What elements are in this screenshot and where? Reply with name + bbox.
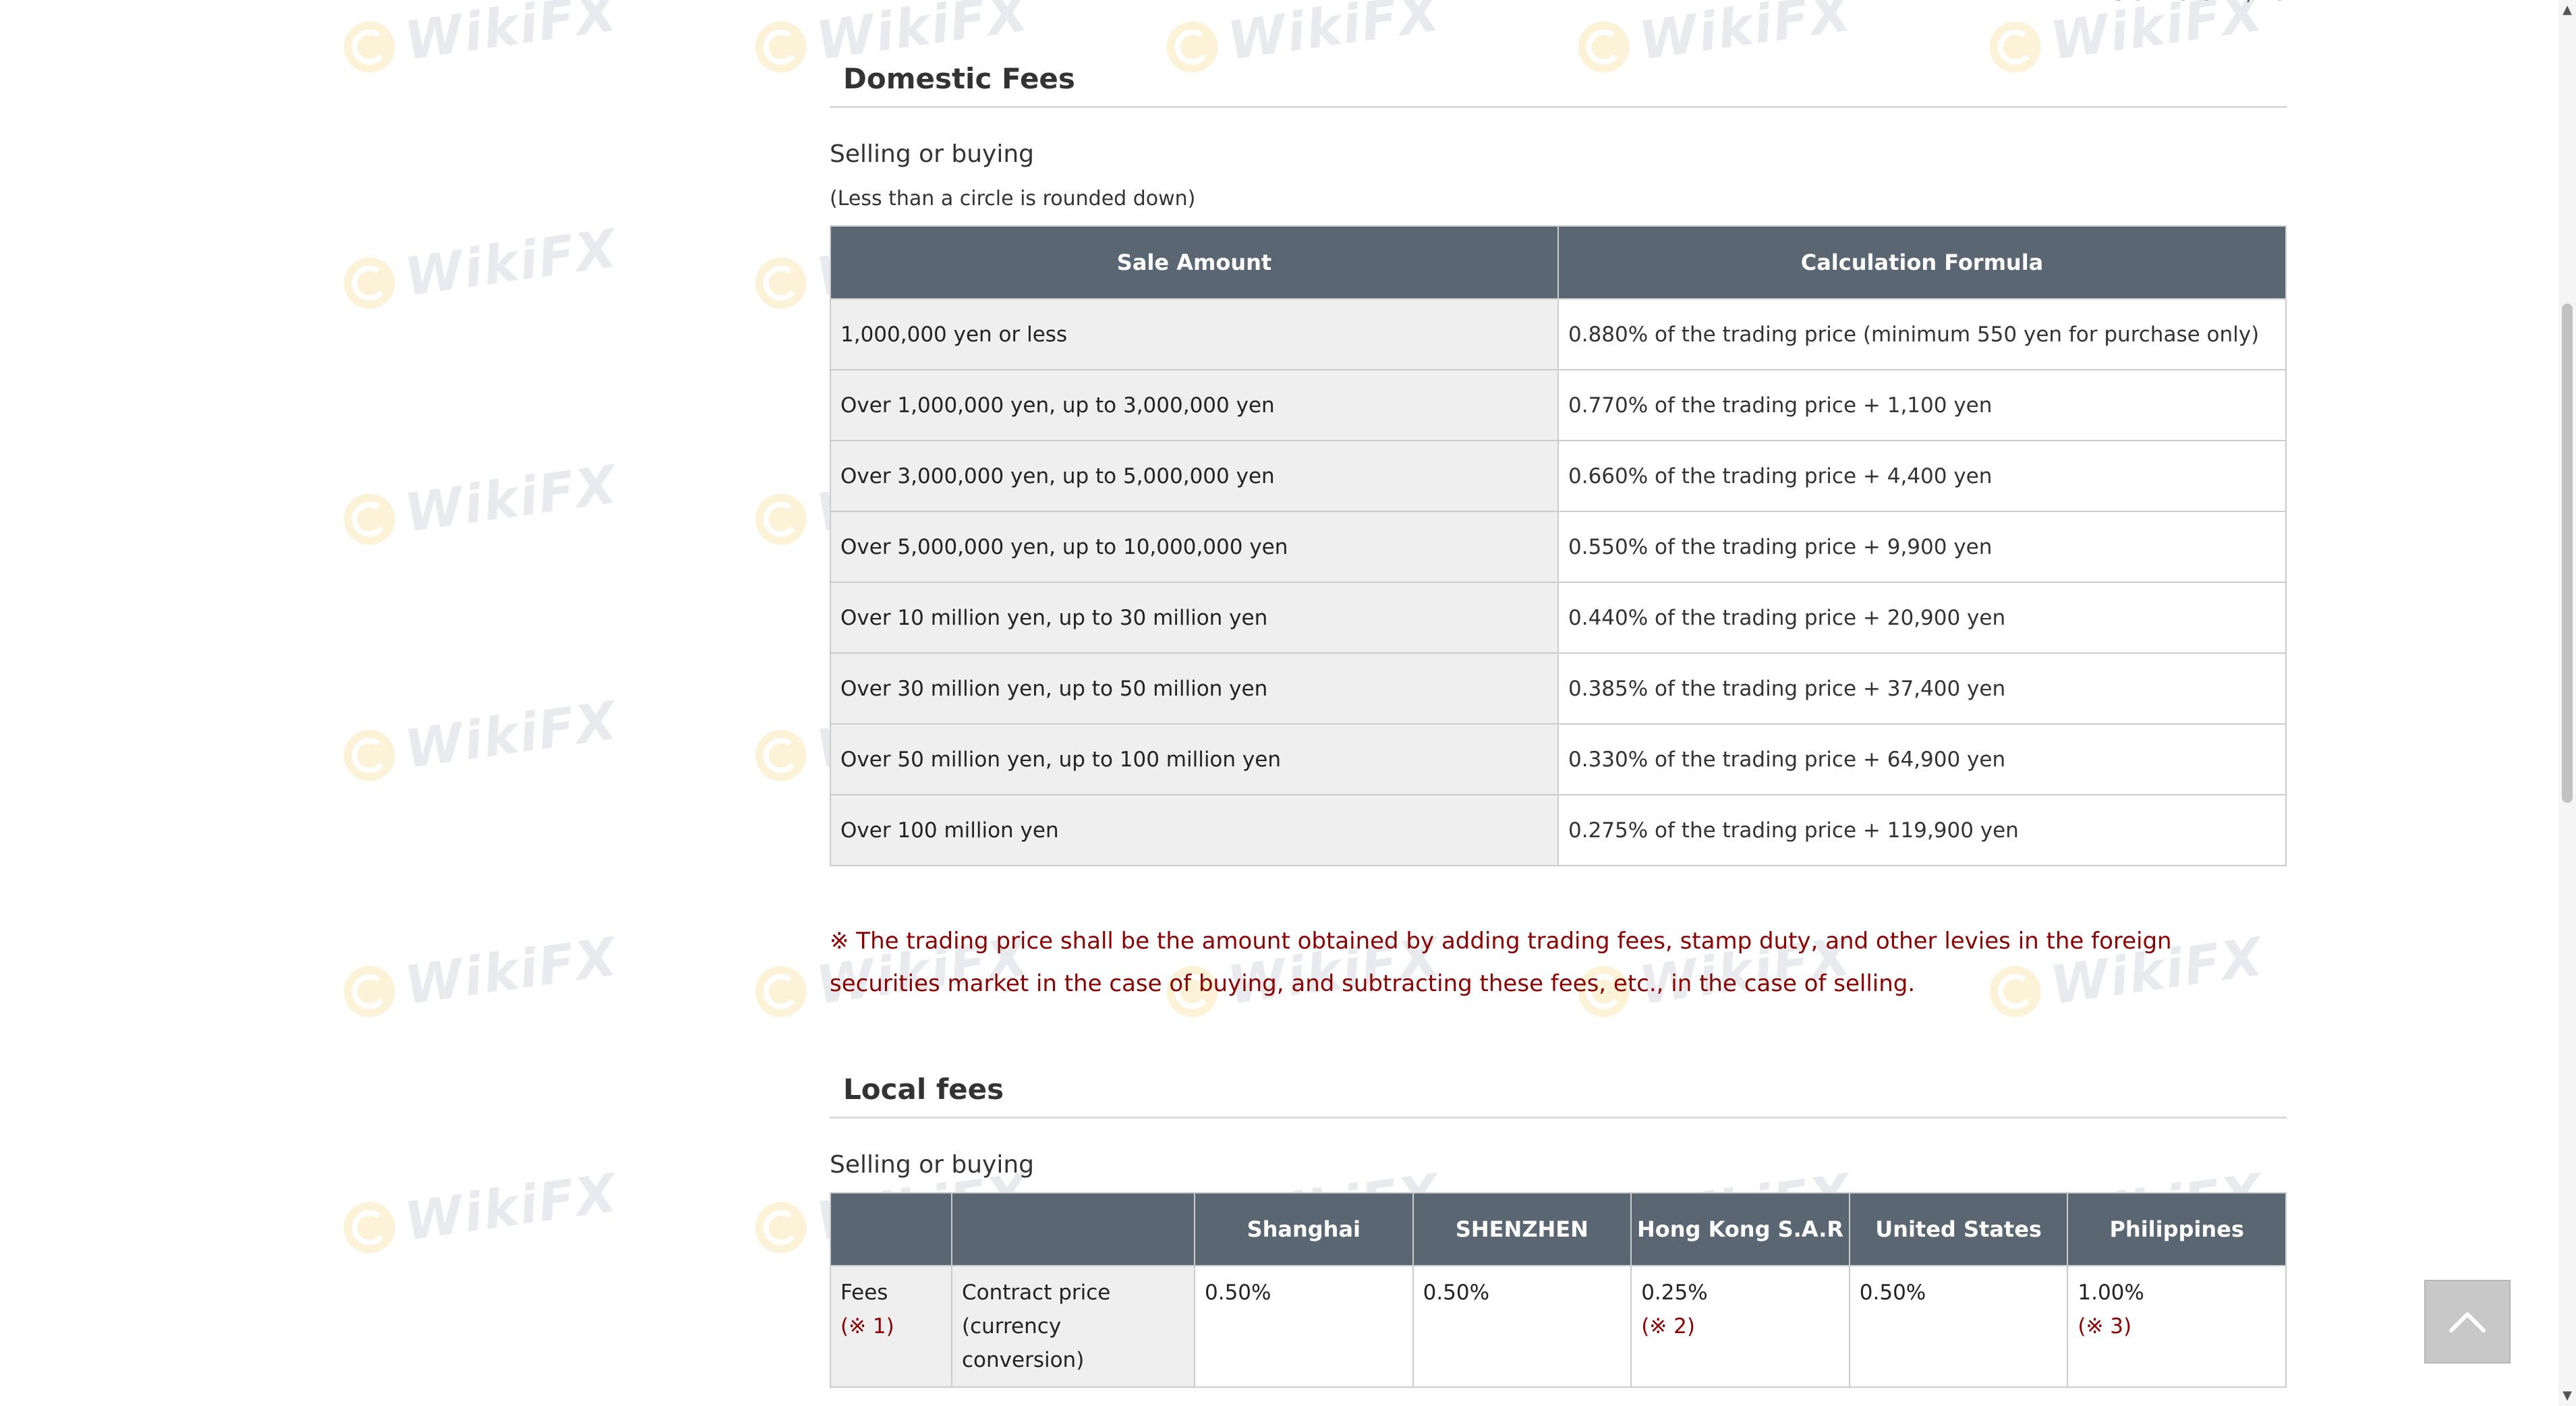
domestic-fees-table: Sale Amount Calculation Formula 1,000,00… bbox=[830, 225, 2287, 866]
formula-cell: 0.330% of the trading price + 64,900 yen bbox=[1557, 723, 2287, 795]
contract-price-cell: Contract price (currency conversion) bbox=[951, 1265, 1195, 1388]
back-to-top-button[interactable] bbox=[2424, 1280, 2511, 1363]
vertical-scrollbar[interactable]: ▲ ▼ bbox=[2558, 0, 2576, 1406]
table-row: Over 1,000,000 yen, up to 3,000,000 yen … bbox=[830, 369, 2287, 441]
header-blank bbox=[830, 1192, 952, 1266]
fee-value: 0.50% bbox=[1423, 1281, 1490, 1305]
header-shanghai: Shanghai bbox=[1194, 1192, 1414, 1266]
local-subtitle: Selling or buying bbox=[830, 1151, 1035, 1179]
shenzhen-fee-cell: 0.50% bbox=[1412, 1265, 1632, 1388]
sale-amount-cell: Over 50 million yen, up to 100 million y… bbox=[830, 723, 1559, 795]
header-united-states: United States bbox=[1848, 1192, 2069, 1266]
scroll-thumb[interactable] bbox=[2562, 304, 2573, 803]
header-sale-amount: Sale Amount bbox=[830, 225, 1559, 300]
watermark-text: WikiFX bbox=[401, 0, 622, 72]
sale-amount-cell: Over 100 million yen bbox=[830, 794, 1559, 866]
sale-amount-cell: 1,000,000 yen or less bbox=[830, 298, 1559, 370]
wikifx-logo-icon bbox=[751, 962, 810, 1021]
rounding-note: (Less than a circle is rounded down) bbox=[830, 187, 1196, 210]
wikifx-logo-icon bbox=[340, 962, 399, 1021]
wikifx-logo-icon bbox=[751, 18, 810, 76]
formula-cell: 0.660% of the trading price + 4,400 yen bbox=[1557, 440, 2287, 512]
fee-value: 0.25% bbox=[1641, 1281, 1708, 1305]
sale-amount-cell: Over 10 million yen, up to 30 million ye… bbox=[830, 582, 1559, 654]
table-row: Over 50 million yen, up to 100 million y… bbox=[830, 723, 2287, 795]
header-calculation-formula: Calculation Formula bbox=[1557, 225, 2287, 300]
fees-footnote-ref: (※ 1) bbox=[840, 1314, 894, 1339]
formula-cell: 0.550% of the trading price + 9,900 yen bbox=[1557, 511, 2287, 583]
header-shenzhen: SHENZHEN bbox=[1412, 1192, 1632, 1266]
contract-price-label: Contract price bbox=[962, 1281, 1111, 1305]
local-fees-table: Shanghai SHENZHEN Hong Kong S.A.R United… bbox=[830, 1192, 2287, 1388]
domestic-fees-title: Domestic Fees bbox=[830, 0, 2287, 108]
fees-label-cell: Fees (※ 1) bbox=[830, 1265, 952, 1388]
wikifx-logo-icon bbox=[340, 18, 399, 76]
watermark: WikiFX bbox=[340, 455, 621, 553]
header-blank bbox=[951, 1192, 1195, 1266]
table-row: Fees (※ 1) Contract price (currency conv… bbox=[830, 1265, 2287, 1388]
table-header-row: Sale Amount Calculation Formula bbox=[830, 225, 2287, 300]
header-philippines: Philippines bbox=[2067, 1192, 2287, 1266]
watermark: WikiFX bbox=[340, 0, 621, 81]
watermark-text: WikiFX bbox=[401, 1162, 622, 1253]
wikifx-logo-icon bbox=[751, 490, 810, 549]
formula-cell: 0.440% of the trading price + 20,900 yen bbox=[1557, 582, 2287, 654]
fee-value: 1.00% bbox=[2078, 1281, 2144, 1305]
currency-conversion-label: (currency conversion) bbox=[962, 1314, 1085, 1372]
formula-cell: 0.770% of the trading price + 1,100 yen bbox=[1557, 369, 2287, 441]
table-row: 1,000,000 yen or less 0.880% of the trad… bbox=[830, 298, 2287, 370]
fee-value: 0.50% bbox=[1205, 1281, 1271, 1305]
domestic-subtitle: Selling or buying bbox=[830, 140, 1035, 168]
philippines-fee-cell: 1.00% (※ 3) bbox=[2067, 1265, 2287, 1388]
fees-label: Fees bbox=[840, 1281, 888, 1305]
wikifx-logo-icon bbox=[340, 1198, 399, 1257]
sale-amount-cell: Over 5,000,000 yen, up to 10,000,000 yen bbox=[830, 511, 1559, 583]
main-content: As of March 1, 20 Domestic Fees Selling … bbox=[830, 0, 2287, 1388]
sale-amount-cell: Over 30 million yen, up to 50 million ye… bbox=[830, 652, 1559, 725]
table-row: Over 5,000,000 yen, up to 10,000,000 yen… bbox=[830, 511, 2287, 583]
table-header-row: Shanghai SHENZHEN Hong Kong S.A.R United… bbox=[830, 1192, 2287, 1266]
watermark-text: WikiFX bbox=[401, 926, 622, 1017]
scroll-down-arrow-icon[interactable]: ▼ bbox=[2561, 1390, 2573, 1402]
fee-footnote-ref: (※ 2) bbox=[1641, 1314, 1695, 1339]
fee-footnote-ref: (※ 3) bbox=[2078, 1314, 2132, 1339]
sale-amount-cell: Over 3,000,000 yen, up to 5,000,000 yen bbox=[830, 440, 1559, 512]
formula-cell: 0.275% of the trading price + 119,900 ye… bbox=[1557, 794, 2287, 866]
watermark: WikiFX bbox=[340, 691, 621, 789]
watermark-text: WikiFX bbox=[401, 454, 622, 544]
table-row: Over 10 million yen, up to 30 million ye… bbox=[830, 582, 2287, 654]
shanghai-fee-cell: 0.50% bbox=[1194, 1265, 1414, 1388]
sale-amount-cell: Over 1,000,000 yen, up to 3,000,000 yen bbox=[830, 369, 1559, 441]
wikifx-logo-icon bbox=[340, 726, 399, 785]
hong-kong-fee-cell: 0.25% (※ 2) bbox=[1630, 1265, 1850, 1388]
wikifx-logo-icon bbox=[751, 1198, 810, 1257]
formula-cell: 0.880% of the trading price (minimum 550… bbox=[1557, 298, 2287, 370]
watermark-text: WikiFX bbox=[401, 690, 622, 781]
trading-price-note: ※ The trading price shall be the amount … bbox=[830, 928, 2172, 997]
formula-cell: 0.385% of the trading price + 37,400 yen bbox=[1557, 652, 2287, 725]
united-states-fee-cell: 0.50% bbox=[1848, 1265, 2069, 1388]
wikifx-logo-icon bbox=[340, 490, 399, 549]
chevron-up-icon bbox=[2449, 1312, 2486, 1332]
as-of-date: As of March 1, 20 bbox=[2098, 0, 2287, 5]
scroll-up-arrow-icon[interactable]: ▲ bbox=[2561, 4, 2573, 16]
fee-value: 0.50% bbox=[1859, 1281, 1926, 1305]
watermark-text: WikiFX bbox=[401, 218, 622, 308]
wikifx-logo-icon bbox=[751, 726, 810, 785]
table-row: Over 100 million yen 0.275% of the tradi… bbox=[830, 794, 2287, 866]
watermark: WikiFX bbox=[340, 1163, 621, 1262]
page: WikiFX WikiFX WikiFX WikiFX WikiFX WikiFX Wiki… bbox=[0, 0, 2576, 1406]
wikifx-logo-icon bbox=[340, 254, 399, 312]
watermark: WikiFX bbox=[340, 927, 621, 1025]
table-row: Over 30 million yen, up to 50 million ye… bbox=[830, 652, 2287, 725]
local-fees-title: Local fees bbox=[830, 1073, 2287, 1119]
table-row: Over 3,000,000 yen, up to 5,000,000 yen … bbox=[830, 440, 2287, 512]
wikifx-logo-icon bbox=[751, 254, 810, 312]
watermark: WikiFX bbox=[340, 219, 621, 317]
header-hong-kong: Hong Kong S.A.R bbox=[1630, 1192, 1850, 1266]
